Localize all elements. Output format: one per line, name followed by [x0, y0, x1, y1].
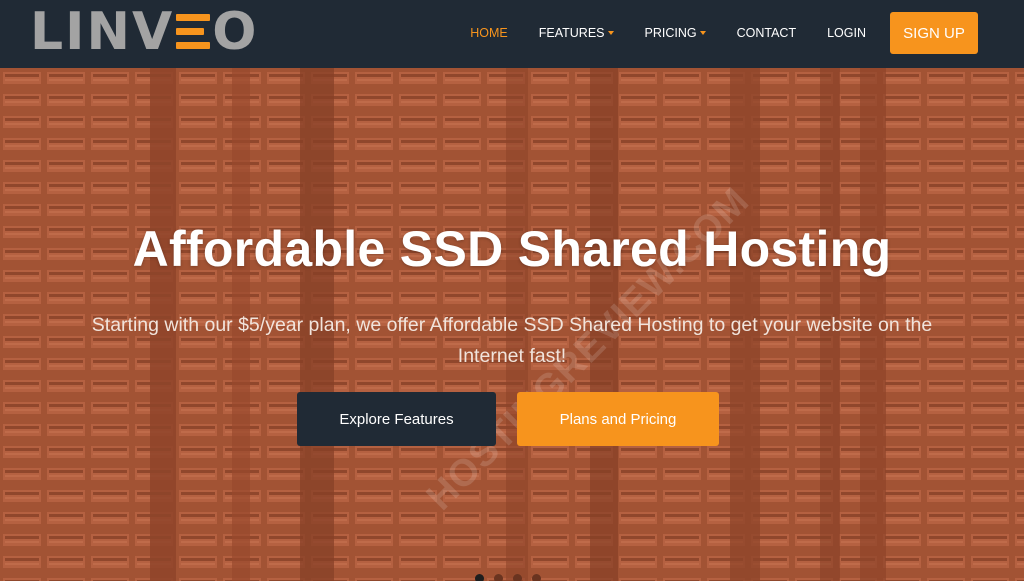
signup-button[interactable]: SIGN UP — [890, 12, 978, 54]
slider-pagination — [475, 574, 551, 581]
hero-banner: HOSTINGREVIEW.COM Affordable SSD Shared … — [0, 68, 1024, 581]
nav-login-label: LOGIN — [827, 26, 866, 40]
nav-features[interactable]: FEATURES — [539, 26, 614, 40]
slider-dot-3[interactable] — [513, 574, 522, 581]
explore-features-button[interactable]: Explore Features — [297, 392, 496, 446]
caret-down-icon — [699, 31, 706, 35]
nav-home-label: HOME — [470, 26, 508, 40]
hero-subtitle: Starting with our $5/year plan, we offer… — [91, 314, 933, 367]
top-navbar: LINV O HOME FEATURES PRICING CONTACT LOG… — [0, 0, 1024, 68]
nav-home[interactable]: HOME — [470, 26, 508, 40]
caret-down-icon — [607, 31, 614, 35]
slider-dot-4[interactable] — [532, 574, 541, 581]
logo-text-left: LINV — [30, 2, 175, 62]
main-menu: HOME FEATURES PRICING CONTACT LOGIN SIGN… — [439, 12, 978, 54]
nav-contact[interactable]: CONTACT — [737, 26, 797, 40]
linveo-logo[interactable]: LINV O — [30, 6, 258, 58]
slider-dot-1[interactable] — [475, 574, 484, 581]
hero-title: Affordable SSD Shared Hosting — [132, 221, 892, 277]
nav-pricing-label: PRICING — [644, 26, 697, 40]
slider-dot-2[interactable] — [494, 574, 503, 581]
nav-contact-label: CONTACT — [736, 26, 797, 40]
nav-features-label: FEATURES — [538, 26, 605, 40]
plans-pricing-button[interactable]: Plans and Pricing — [517, 392, 719, 446]
nav-pricing[interactable]: PRICING — [645, 26, 706, 40]
logo-text-right: O — [212, 2, 259, 62]
nav-login[interactable]: LOGIN — [827, 26, 866, 40]
logo-e-mark — [176, 14, 211, 50]
